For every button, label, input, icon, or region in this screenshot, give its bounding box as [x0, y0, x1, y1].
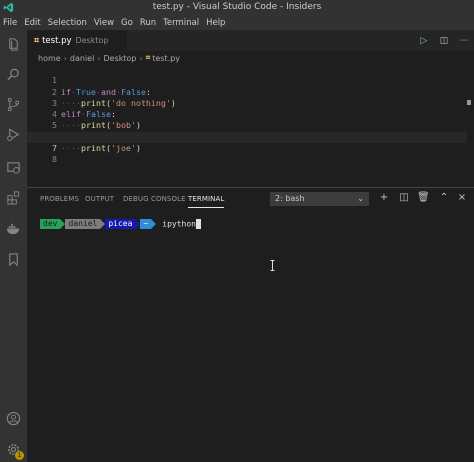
source-control-icon[interactable]: [6, 97, 21, 112]
title-bar: test.py - Visual Studio Code - Insiders: [0, 0, 474, 15]
tab-terminal[interactable]: TERMINAL: [188, 195, 224, 203]
tab-output[interactable]: OUTPUT: [85, 195, 114, 203]
chevron-right-icon: ›: [63, 53, 67, 63]
tab-filename: test.py: [42, 35, 72, 46]
breadcrumb-file[interactable]: test.py: [152, 54, 180, 63]
run-file-icon[interactable]: ▷: [414, 36, 434, 46]
docker-icon[interactable]: [6, 221, 21, 236]
tab-directory: Desktop: [75, 36, 109, 45]
prompt-env: dev: [43, 218, 58, 228]
prompt-host: picea: [108, 218, 133, 228]
settings-badge: 1: [15, 451, 24, 460]
code-line: 4 ····print('bob'): [27, 98, 467, 130]
add-terminal-icon[interactable]: +: [378, 192, 390, 203]
terminal-command[interactable]: ipython: [162, 218, 201, 229]
prompt-env-segment: dev: [40, 218, 66, 229]
remote-explorer-icon[interactable]: [6, 160, 21, 175]
prompt-user: daniel: [68, 218, 98, 228]
menu-run[interactable]: Run: [140, 18, 156, 28]
segment-arrow: [151, 218, 157, 229]
python-icon: ⌗: [145, 53, 151, 62]
terminal-command-text: ipython: [162, 219, 196, 228]
tab-problems[interactable]: PROBLEMS: [40, 195, 79, 203]
bottom-panel: PROBLEMS OUTPUT DEBUG CONSOLE TERMINAL 2…: [27, 187, 474, 462]
python-icon: ⌗: [34, 35, 40, 46]
prompt-dir: ~: [143, 218, 149, 228]
panel-tabs: PROBLEMS OUTPUT DEBUG CONSOLE TERMINAL 2…: [27, 188, 474, 210]
window-title: test.py - Visual Studio Code - Insiders: [152, 2, 322, 12]
maximize-panel-icon[interactable]: ⌃: [438, 192, 450, 203]
tab-debug-console[interactable]: DEBUG CONSOLE: [123, 195, 186, 203]
code-line: 5 else:: [27, 109, 467, 141]
active-tab-indicator: [188, 207, 224, 208]
text-cursor-ibeam-icon: [270, 260, 275, 271]
menu-file[interactable]: File: [3, 18, 17, 28]
extensions-icon[interactable]: [6, 190, 21, 205]
split-terminal-icon[interactable]: ◫: [398, 192, 410, 203]
prompt-host-segment: picea: [105, 218, 141, 229]
terminal-select-value: 2: bash: [275, 194, 305, 203]
terminal-cursor: [196, 218, 201, 229]
run-debug-icon[interactable]: [6, 127, 21, 142]
menu-terminal[interactable]: Terminal: [163, 18, 199, 28]
code-line-current: 7: [27, 131, 467, 153]
code-editor[interactable]: 1 if·True·and·False: 2 ····print('do not…: [27, 64, 467, 164]
scrollbar-indicator[interactable]: [467, 100, 471, 105]
menu-selection[interactable]: Selection: [48, 18, 87, 28]
explorer-icon[interactable]: [6, 37, 21, 52]
code-line: 3 elif·False:: [27, 87, 467, 119]
tab-test-py[interactable]: ⌗ test.py Desktop: [27, 30, 127, 51]
prompt-dir-segment: ~: [140, 218, 157, 229]
breadcrumb-home[interactable]: home: [38, 54, 61, 63]
bookmark-icon[interactable]: [6, 252, 21, 267]
menu-go[interactable]: Go: [121, 18, 133, 28]
breadcrumb: home › daniel › Desktop › ⌗ test.py: [38, 52, 180, 64]
code-line: 1 if·True·and·False:: [27, 64, 467, 96]
close-panel-icon[interactable]: ×: [456, 192, 468, 203]
terminal-prompt: dev daniel picea ~ ipython: [40, 218, 201, 229]
split-editor-icon[interactable]: ◫: [434, 36, 454, 46]
chevron-down-icon: ⌄: [357, 194, 364, 203]
more-actions-icon[interactable]: ⋯: [454, 36, 474, 46]
chevron-right-icon: ›: [97, 53, 101, 63]
code-line: 6 ····print('joe'): [27, 120, 467, 153]
code-line: 8: [27, 143, 467, 164]
account-icon[interactable]: [6, 411, 21, 426]
activity-bar: 1: [0, 30, 27, 462]
editor-area: ⌗ test.py Desktop ▷ ◫ ⋯ home › daniel › …: [27, 30, 474, 187]
code-line: 2 ····print('do nothing'): [27, 75, 467, 108]
chevron-right-icon: ›: [139, 53, 143, 63]
menu-help[interactable]: Help: [206, 18, 225, 28]
line-number: 8: [52, 154, 57, 165]
menu-edit[interactable]: Edit: [24, 18, 40, 28]
terminal-select[interactable]: 2: bash ⌄: [270, 192, 369, 206]
settings-gear-icon[interactable]: 1: [6, 442, 24, 460]
breadcrumb-daniel[interactable]: daniel: [70, 54, 94, 63]
menu-bar: File Edit Selection View Go Run Terminal…: [0, 15, 474, 30]
editor-actions: ▷ ◫ ⋯: [414, 30, 474, 51]
prompt-user-segment: daniel: [65, 218, 106, 229]
menu-view[interactable]: View: [94, 18, 114, 28]
editor-tabs: ⌗ test.py Desktop ▷ ◫ ⋯: [27, 30, 474, 51]
search-icon[interactable]: [6, 67, 21, 82]
breadcrumb-desktop[interactable]: Desktop: [104, 54, 137, 63]
kill-terminal-icon[interactable]: 🗑: [417, 192, 430, 203]
